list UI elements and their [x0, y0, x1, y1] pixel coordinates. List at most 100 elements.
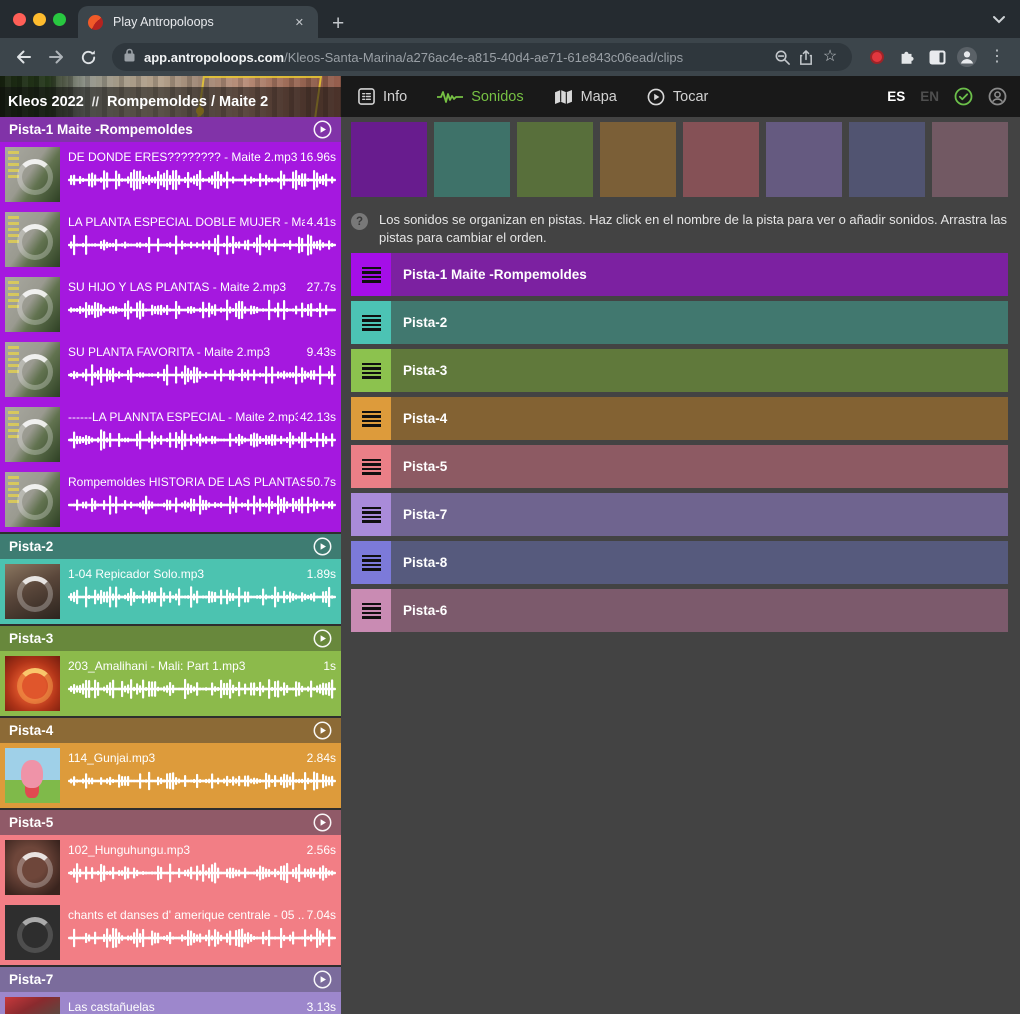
sidebar-track-header[interactable]: Pista-2 [0, 534, 341, 559]
track-play-button[interactable] [313, 970, 332, 989]
track-bar[interactable]: Pista-1 Maite -Rompemoldes [351, 253, 1008, 296]
clip-row[interactable]: SU HIJO Y LAS PLANTAS - Maite 2.mp3 27.7… [0, 272, 341, 337]
track-color-swatches [351, 122, 1008, 197]
clip-waveform [68, 925, 336, 951]
browser-menu-icon[interactable]: ⋮ [984, 44, 1010, 70]
clip-row[interactable]: Las castañuelas 3.13s [0, 992, 341, 1014]
browser-tab[interactable]: Play Antropoloops ✕ [78, 6, 318, 38]
track-drag-handle[interactable] [351, 493, 391, 536]
track-play-button[interactable] [313, 537, 332, 556]
zoom-indicator-icon[interactable] [770, 45, 794, 69]
share-icon[interactable] [794, 45, 818, 69]
track-play-button[interactable] [313, 721, 332, 740]
track-color-swatch[interactable] [517, 122, 593, 197]
clip-row[interactable]: chants et danses d' amerique centrale - … [0, 900, 341, 965]
sidebar-track-header[interactable]: Pista-1 Maite -Rompemoldes [0, 117, 341, 142]
extensions-puzzle-icon[interactable] [894, 44, 920, 70]
nav-label-sonidos: Sonidos [471, 89, 523, 105]
sidebar-track-header[interactable]: Pista-7 [0, 967, 341, 992]
account-icon[interactable] [988, 87, 1007, 106]
record-extension-icon[interactable] [864, 44, 890, 70]
drag-handle-icon [362, 507, 381, 523]
track-color-swatch[interactable] [766, 122, 842, 197]
clip-row[interactable]: 203_Amalihani - Mali: Part 1.mp3 1s [0, 651, 341, 716]
track-play-button[interactable] [313, 629, 332, 648]
clip-row[interactable]: LA PLANTA ESPECIAL DOBLE MUJER - Mai... … [0, 207, 341, 272]
clip-name: SU PLANTA FAVORITA - Maite 2.mp3 [68, 345, 305, 359]
track-color-swatch[interactable] [849, 122, 925, 197]
page-content: Pista-1 Maite -Rompemoldes DE DONDE ERES… [0, 117, 1020, 1014]
clip-waveform [68, 362, 336, 388]
track-drag-handle[interactable] [351, 541, 391, 584]
address-bar[interactable]: app.antropoloops.com/Kleos-Santa-Marina/… [112, 43, 852, 71]
track-drag-handle[interactable] [351, 589, 391, 632]
tab-close-icon[interactable]: ✕ [291, 14, 308, 31]
track-bar-body[interactable]: Pista-2 [391, 301, 1008, 344]
nav-tab-info[interactable]: Info [358, 88, 407, 105]
track-bar[interactable]: Pista-3 [351, 349, 1008, 392]
url-text: app.antropoloops.com/Kleos-Santa-Marina/… [144, 50, 770, 65]
track-bar[interactable]: Pista-2 [351, 301, 1008, 344]
track-bar-body[interactable]: Pista-6 [391, 589, 1008, 632]
clip-name: DE DONDE ERES???????? - Maite 2.mp3 [68, 150, 298, 164]
reload-icon[interactable] [74, 43, 102, 71]
track-color-swatch[interactable] [434, 122, 510, 197]
track-bar[interactable]: Pista-4 [351, 397, 1008, 440]
sidebar-track-header[interactable]: Pista-3 [0, 626, 341, 651]
track-bar[interactable]: Pista-7 [351, 493, 1008, 536]
track-bar-body[interactable]: Pista-3 [391, 349, 1008, 392]
breadcrumb-project[interactable]: Kleos 2022 [8, 94, 84, 110]
track-bar-body[interactable]: Pista-8 [391, 541, 1008, 584]
track-bar-body[interactable]: Pista-1 Maite -Rompemoldes [391, 253, 1008, 296]
forward-icon[interactable] [42, 43, 70, 71]
clip-row[interactable]: 1-04 Repicador Solo.mp3 1.89s [0, 559, 341, 624]
track-drag-handle[interactable] [351, 349, 391, 392]
track-color-swatch[interactable] [600, 122, 676, 197]
clip-row[interactable]: SU PLANTA FAVORITA - Maite 2.mp3 9.43s [0, 337, 341, 402]
track-drag-handle[interactable] [351, 301, 391, 344]
tab-search-chevron-icon[interactable] [992, 12, 1006, 30]
nav-tab-mapa[interactable]: Mapa [554, 89, 617, 105]
clip-duration: 1.89s [305, 567, 336, 581]
saved-check-icon[interactable] [954, 87, 973, 106]
clip-row[interactable]: DE DONDE ERES???????? - Maite 2.mp3 16.9… [0, 142, 341, 207]
track-drag-handle[interactable] [351, 253, 391, 296]
lang-es-button[interactable]: ES [887, 89, 905, 104]
lock-icon[interactable] [124, 48, 135, 67]
track-play-button[interactable] [313, 813, 332, 832]
lang-en-button[interactable]: EN [920, 89, 939, 104]
track-play-button[interactable] [313, 120, 332, 139]
track-bar-body[interactable]: Pista-4 [391, 397, 1008, 440]
track-drag-handle[interactable] [351, 397, 391, 440]
breadcrumb[interactable]: Kleos 2022 // Rompemoldes / Maite 2 [0, 87, 341, 117]
help-text: Los sonidos se organizan en pistas. Haz … [379, 211, 1008, 247]
side-panel-icon[interactable] [924, 44, 950, 70]
clip-row[interactable]: 102_Hunguhungu.mp3 2.56s [0, 835, 341, 900]
sidebar-track-header[interactable]: Pista-4 [0, 718, 341, 743]
track-bar[interactable]: Pista-5 [351, 445, 1008, 488]
bookmark-star-icon[interactable]: ☆ [818, 45, 842, 69]
track-color-swatch[interactable] [683, 122, 759, 197]
track-color-swatch[interactable] [351, 122, 427, 197]
clip-name: 1-04 Repicador Solo.mp3 [68, 567, 305, 581]
clip-row[interactable]: ------LA PLANNTA ESPECIAL - Maite 2.mp3 … [0, 402, 341, 467]
clip-row[interactable]: 114_Gunjai.mp3 2.84s [0, 743, 341, 808]
track-bar-body[interactable]: Pista-5 [391, 445, 1008, 488]
back-icon[interactable] [10, 43, 38, 71]
track-bar[interactable]: Pista-8 [351, 541, 1008, 584]
window-minimize-button[interactable] [33, 13, 46, 26]
nav-tab-tocar[interactable]: Tocar [647, 88, 708, 106]
sidebar-track-header[interactable]: Pista-5 [0, 810, 341, 835]
window-close-button[interactable] [13, 13, 26, 26]
new-tab-button[interactable]: + [332, 13, 344, 34]
track-drag-handle[interactable] [351, 445, 391, 488]
track-bar-label: Pista-6 [403, 603, 447, 618]
profile-avatar[interactable] [954, 44, 980, 70]
clip-row[interactable]: Rompemoldes HISTORIA DE LAS PLANTAS... 5… [0, 467, 341, 532]
track-color-swatch[interactable] [932, 122, 1008, 197]
track-bar[interactable]: Pista-6 [351, 589, 1008, 632]
track-bar-body[interactable]: Pista-7 [391, 493, 1008, 536]
window-zoom-button[interactable] [53, 13, 66, 26]
nav-tab-sonidos[interactable]: Sonidos [437, 89, 523, 105]
info-list-icon [358, 88, 375, 105]
